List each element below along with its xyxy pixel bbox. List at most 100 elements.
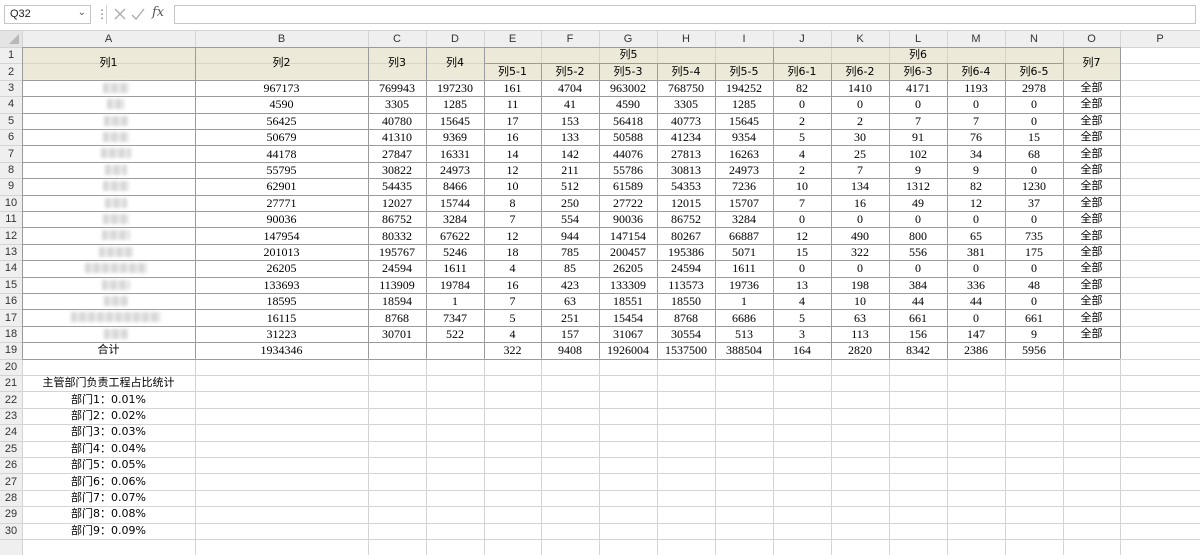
table-cell: 4 [799,146,805,161]
table-cell: 195386 [668,245,704,259]
table-cell: 15744 [440,195,470,210]
redacted-name-cell [101,148,131,159]
row-header-12: 12 [4,229,18,242]
table-cell: 0 [973,310,979,325]
table-cell: 41234 [671,130,701,145]
table-cell: 全部 [1080,294,1103,308]
table-cell: 27847 [382,146,412,161]
row-header-17: 17 [4,311,18,324]
table-cell: 55786 [613,163,643,177]
total-cell: 9408 [558,343,582,358]
table-cell: 全部 [1080,261,1103,275]
redacted-name-cell [104,296,128,306]
table-cell: 24973 [440,163,470,177]
table-cell: 423 [561,277,579,292]
cancel-icon[interactable] [112,4,128,24]
table-cell: 153 [561,113,579,128]
header-col6: 列6 [909,48,927,62]
row-header-25: 25 [4,442,18,455]
formula-input[interactable] [174,5,1196,24]
table-cell: 1410 [848,81,872,95]
table-cell: 15645 [440,113,470,128]
table-cell: 10 [854,294,866,309]
header-col5: 列5 [619,48,638,62]
header-sub6-4: 列6-4 [961,64,991,78]
table-cell: 67622 [440,228,470,243]
column-header-n: N [1030,33,1038,45]
row-header-18: 18 [4,328,18,340]
row-header-19: 19 [4,344,18,357]
total-cell: 1537500 [665,343,707,358]
table-cell: 90036 [613,212,643,227]
table-cell: 全部 [1080,113,1103,127]
table-cell: 147954 [263,228,300,243]
table-cell: 12 [796,228,808,243]
table-cell: 15707 [729,195,759,210]
column-header-b: B [277,33,286,45]
table-cell: 251 [561,310,579,325]
spreadsheet-window: Q32 ⌄ ⋮ fx A B C D E F G H I J K L M N O P 1 2 3 4 5 6 7 8 9 10 11… [0,0,1200,555]
column-header-d: D [451,33,459,45]
table-cell: 全部 [1080,277,1103,291]
notes-item: 部门3：0.03% [71,425,146,439]
table-cell: 134 [851,179,869,194]
redacted-name-cell [99,246,133,257]
table-cell: 1285 [443,97,467,112]
table-cell: 113909 [379,277,415,292]
total-cell: 8342 [906,343,930,358]
total-cell: 164 [793,343,811,358]
table-cell: 全部 [1080,179,1103,193]
table-cell: 30 [854,130,866,145]
table-cell: 1193 [964,81,988,95]
column-header-m: M [971,33,981,45]
table-cell: 全部 [1080,195,1103,209]
column-header-f: F [566,33,574,45]
table-cell: 1312 [906,179,930,194]
table-cell: 147 [967,327,985,341]
row-header-1: 1 [7,49,15,62]
table-cell: 381 [967,245,985,259]
table-cell: 63 [564,294,576,309]
table-cell: 0 [915,261,921,276]
table-cell: 48 [1028,277,1040,292]
column-header-l: L [914,33,922,45]
table-cell: 113 [851,327,869,341]
table-cell: 0 [915,97,921,112]
row-header-10: 10 [4,196,18,209]
column-header-k: K [856,33,864,45]
table-cell: 40773 [671,113,701,128]
table-cell: 0 [799,261,805,276]
table-cell: 785 [561,245,579,259]
row-header-20: 20 [4,360,18,373]
header-sub6-5: 列6-5 [1019,64,1049,78]
table-cell: 7236 [732,179,756,194]
table-cell: 322 [851,245,869,259]
insert-function-button[interactable]: fx [152,5,164,20]
worksheet-grid[interactable]: A B C D E F G H I J K L M N O P 1 2 3 4 5 6 7 8 9 10 11 12 13 14 15 16 1… [0,31,1200,555]
table-cell: 1 [741,294,747,309]
notes-item: 部门6：0.06% [71,474,146,488]
table-cell: 0 [857,97,863,112]
table-cell: 198 [851,277,869,292]
table-cell: 967173 [263,81,300,95]
chevron-down-icon[interactable]: ⌄ [78,7,86,18]
table-cell: 161 [503,81,522,95]
table-cell: 30822 [382,163,412,177]
table-cell: 9369 [443,130,467,145]
row-header-14: 14 [4,262,18,275]
row-header-5: 5 [7,114,15,127]
table-cell: 61589 [613,179,643,194]
table-cell: 1 [452,294,458,309]
name-box[interactable]: Q32 ⌄ [4,5,91,24]
table-cell: 0 [1031,97,1037,112]
table-cell: 27771 [266,195,297,210]
table-cell: 全部 [1080,327,1103,340]
table-cell: 12 [506,163,519,177]
table-cell: 18594 [382,294,412,309]
table-cell: 4 [509,327,516,341]
check-icon[interactable] [130,4,146,24]
table-cell: 2978 [1022,81,1046,95]
notes-item: 部门4：0.04% [71,441,146,455]
redacted-name-cell [104,115,128,126]
table-cell: 7 [509,212,516,227]
